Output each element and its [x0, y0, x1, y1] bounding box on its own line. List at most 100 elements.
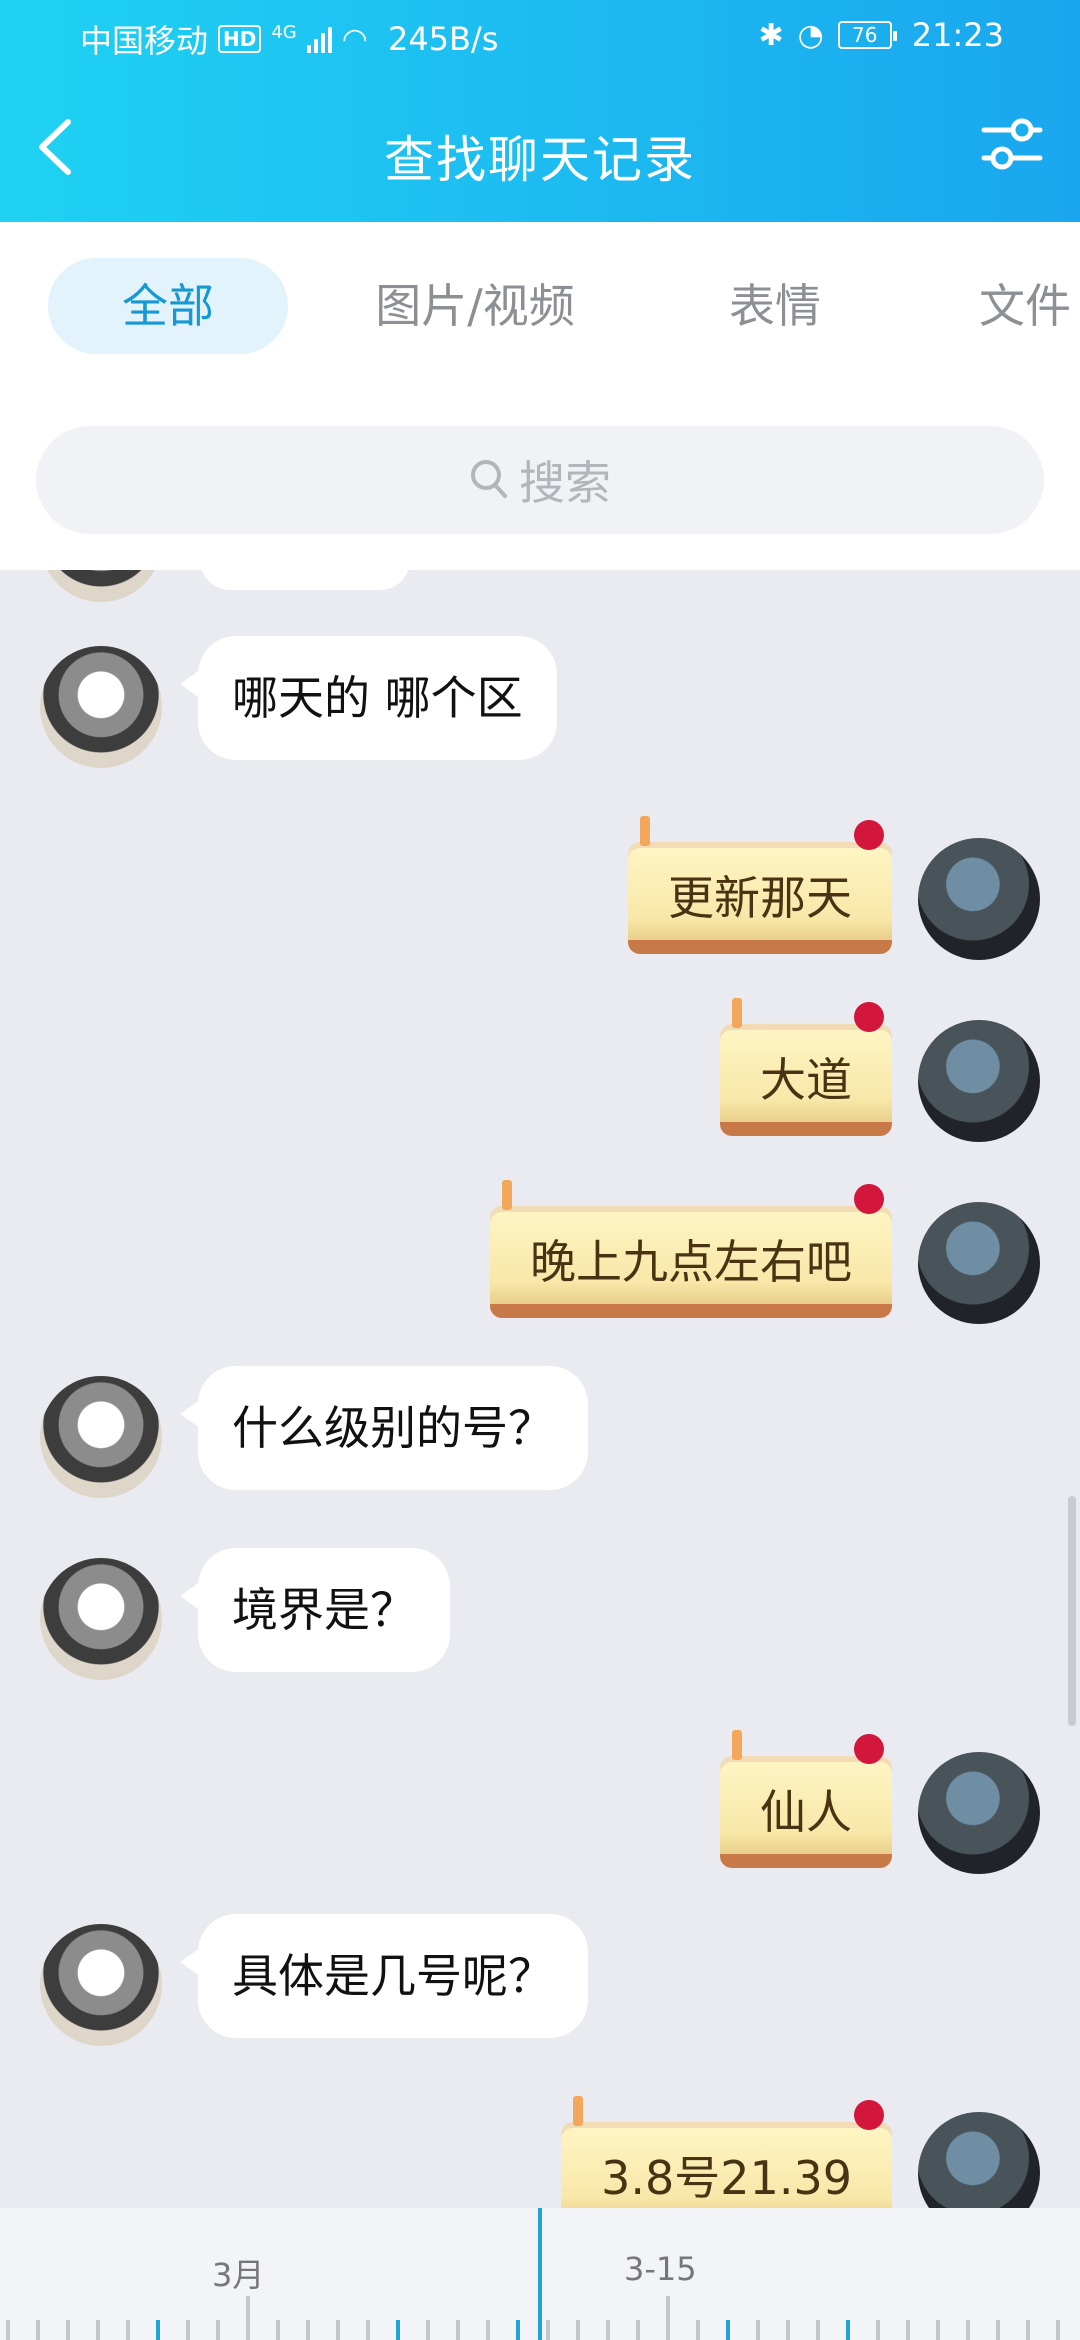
timeline-tick [246, 2296, 250, 2340]
timeline-tick [876, 2320, 880, 2340]
cherry-icon [854, 1734, 884, 1764]
timeline-tick [156, 2320, 160, 2340]
timeline-tick [6, 2320, 10, 2340]
message-bubble[interactable]: 哪天的 哪个区 [180, 636, 557, 760]
timeline-tick [396, 2320, 400, 2340]
timeline-date-label: 3-15 [624, 2250, 697, 2288]
timeline-tick [336, 2320, 340, 2340]
filter-settings-icon[interactable] [980, 108, 1044, 180]
hd-badge: HD [218, 25, 262, 53]
timeline-tick [456, 2320, 460, 2340]
timeline-tick [696, 2320, 700, 2340]
tab-all[interactable]: 全部 [48, 258, 288, 354]
signal-icon [306, 25, 332, 53]
timeline-tick [726, 2320, 730, 2340]
timeline-tick [96, 2320, 100, 2340]
timeline-tick [846, 2320, 850, 2340]
cherry-icon [854, 1002, 884, 1032]
message-bubble[interactable]: 3.8号21.39 [561, 2096, 892, 2208]
timeline-tick [276, 2320, 280, 2340]
candle-icon [732, 1730, 742, 1760]
chat-history: 哪天的 哪个区 更新那天 大道 晚上九点左右吧 什么级别的号？ 境界是？ 仙人 … [0, 570, 1080, 2208]
timeline-ticks [0, 2296, 1080, 2340]
search-icon [471, 460, 507, 498]
avatar[interactable] [918, 2112, 1040, 2208]
candle-icon [640, 816, 650, 846]
timeline-tick [666, 2296, 670, 2340]
timeline-month-label: 3月 [212, 2256, 265, 2294]
bluetooth-icon: ✱ [758, 17, 784, 53]
candle-icon [573, 2096, 584, 2126]
message-text: 晚上九点左右吧 [530, 1235, 852, 1289]
page-title: 查找聊天记录 [384, 131, 696, 189]
timeline-tick [126, 2320, 130, 2340]
category-tabs: 全部 图片/视频 表情 文件 [0, 222, 1080, 402]
timeline-tick [546, 2320, 550, 2340]
candle-icon [732, 998, 742, 1028]
timeline-tick [216, 2320, 220, 2340]
timeline-tick [756, 2320, 760, 2340]
clock: 21:23 [911, 16, 1004, 54]
message-bubble[interactable]: 具体是几号呢？ [180, 1914, 588, 2038]
message-text: 仙人 [760, 1785, 852, 1839]
date-timeline[interactable]: 3月 3-15 [0, 2208, 1080, 2340]
message-bubble[interactable]: 更新那天 [628, 816, 892, 954]
timeline-tick [906, 2320, 910, 2340]
timeline-tick [186, 2320, 190, 2340]
message-bubble[interactable]: 大道 [720, 998, 892, 1136]
cherry-icon [854, 2100, 884, 2130]
carrier-label: 中国移动 [80, 22, 209, 60]
avatar[interactable] [918, 1202, 1040, 1324]
message-bubble[interactable]: 晚上九点左右吧 [490, 1180, 892, 1318]
network-label: 4G [271, 21, 297, 43]
timeline-tick [636, 2320, 640, 2340]
timeline-tick [366, 2320, 370, 2340]
avatar[interactable] [40, 1558, 162, 1680]
avatar[interactable] [918, 1752, 1040, 1874]
timeline-tick [966, 2320, 970, 2340]
message-bubble[interactable]: 仙人 [720, 1730, 892, 1868]
scrollbar[interactable] [1068, 1496, 1076, 1726]
message-text: 3.8号21.39 [601, 2151, 852, 2205]
message-bubble[interactable]: 境界是？ [180, 1548, 450, 1672]
avatar[interactable] [40, 646, 162, 768]
speed-icon: ◔ [797, 17, 824, 53]
timeline-tick [426, 2320, 430, 2340]
timeline-tick [576, 2320, 580, 2340]
message-text: 更新那天 [668, 871, 852, 925]
tab-stickers[interactable]: 表情 [700, 258, 850, 354]
timeline-tick [816, 2320, 820, 2340]
timeline-tick [996, 2320, 1000, 2340]
timeline-tick [936, 2320, 940, 2340]
timeline-tick [516, 2320, 520, 2340]
wifi-icon: ◠ [341, 21, 368, 57]
avatar[interactable] [40, 1376, 162, 1498]
message-bubble[interactable]: 什么级别的号？ [180, 1366, 588, 1490]
cherry-icon [854, 820, 884, 850]
network-speed: 245B/s [387, 20, 499, 58]
status-bar: 中国移动 HD 4G ◠ 245B/s ✱ ◔ 76 21:23 [0, 0, 1080, 72]
cherry-icon [854, 1184, 884, 1214]
timeline-tick [1026, 2320, 1030, 2340]
tab-files[interactable]: 文件 [950, 258, 1080, 354]
search-placeholder: 搜索 [519, 456, 611, 510]
avatar[interactable] [918, 1020, 1040, 1142]
tab-images-videos[interactable]: 图片/视频 [350, 258, 600, 354]
partial-bubble [200, 570, 410, 590]
app-header: 中国移动 HD 4G ◠ 245B/s ✱ ◔ 76 21:23 查找聊天记录 [0, 0, 1080, 222]
timeline-tick [66, 2320, 70, 2340]
timeline-tick [486, 2320, 490, 2340]
candle-icon [502, 1180, 512, 1210]
avatar[interactable] [918, 838, 1040, 960]
timeline-tick [306, 2320, 310, 2340]
search-section: 搜索 [0, 402, 1080, 570]
avatar[interactable] [40, 1924, 162, 2046]
timeline-tick [786, 2320, 790, 2340]
search-input[interactable]: 搜索 [36, 426, 1044, 534]
timeline-tick [1056, 2320, 1060, 2340]
timeline-tick [606, 2320, 610, 2340]
message-text: 大道 [760, 1053, 852, 1107]
nav-bar: 查找聊天记录 [0, 72, 1080, 222]
timeline-tick [36, 2320, 40, 2340]
avatar[interactable] [40, 570, 162, 602]
